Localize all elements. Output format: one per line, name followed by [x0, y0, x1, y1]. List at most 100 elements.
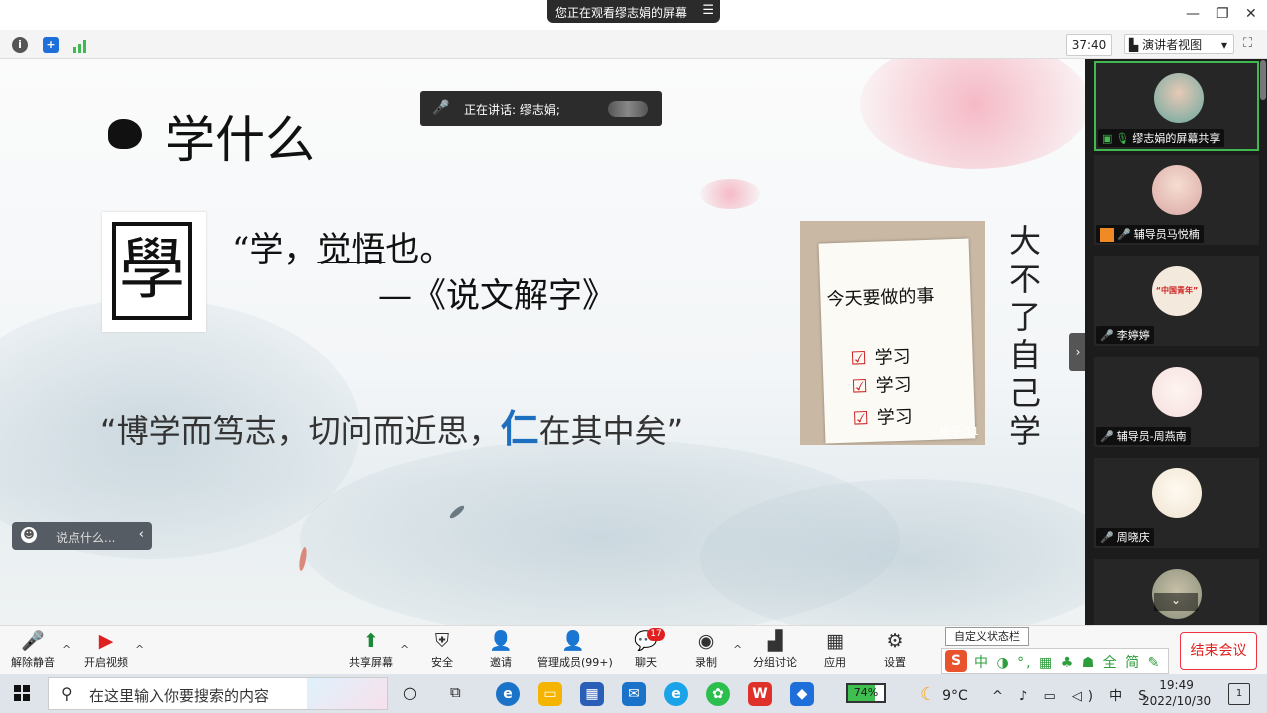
speaker-view-icon: ▙	[1129, 38, 1139, 52]
start-video-button[interactable]: ▶ 开启视频	[82, 630, 130, 670]
moon-icon: ☾	[920, 684, 937, 705]
breakout-icon: ▟	[767, 630, 783, 652]
quote-shuowen-part1: “学，	[232, 230, 318, 270]
fullscreen-icon[interactable]: ⛶	[1243, 36, 1252, 51]
ime-options[interactable]: 中 ◑ °, ▦ ♣ ☗ 全 简 ✎	[974, 652, 1161, 672]
scroll-down-icon[interactable]: ⌄	[1154, 593, 1198, 611]
participant-name: 🎤 李婷婷	[1096, 326, 1154, 344]
unmute-button[interactable]: 🎤 解除静音	[10, 630, 56, 670]
info-icon[interactable]: i	[12, 37, 28, 53]
view-mode-dropdown[interactable]: ▙ 演讲者视图 ▾	[1124, 34, 1234, 54]
quote-shuowen-part2: 也。	[385, 230, 454, 270]
meme-item: ☑ 学习	[850, 343, 911, 371]
start-video-label: 开启视频	[84, 656, 128, 669]
invite-button[interactable]: 👤 邀请	[487, 630, 515, 670]
chevron-up-icon[interactable]: ^	[62, 643, 71, 656]
meme-item-label: 学习	[874, 346, 912, 369]
restore-button[interactable]: ❐	[1216, 6, 1229, 22]
quick-chat-bar[interactable]: ☻ 说点什么... ‹	[12, 522, 152, 550]
emoji-icon[interactable]: ☻	[21, 527, 37, 543]
mic-muted-icon: 🎤	[1117, 228, 1131, 241]
weather-widget[interactable]: ☾ 9°C	[920, 684, 968, 705]
battery-indicator[interactable]: 74%	[846, 683, 886, 703]
quick-chat-input[interactable]: 说点什么...	[56, 529, 115, 546]
wps-icon[interactable]: W	[748, 682, 772, 706]
participant-tile[interactable]: 🎤 辅导员-周燕南	[1094, 357, 1259, 447]
meeting-timer: 37:40	[1066, 34, 1112, 56]
settings-button[interactable]: ⚙ 设置	[881, 630, 909, 670]
manage-members-label: 管理成员(99+)	[537, 656, 613, 669]
participant-tile[interactable]: “中国青年” 🎤 李婷婷	[1094, 256, 1259, 346]
breakout-button[interactable]: ▟ 分组讨论	[753, 630, 797, 670]
manage-members-button[interactable]: 👤 管理成员(99+)	[537, 630, 613, 670]
share-menu-icon[interactable]: ☰	[702, 3, 714, 18]
chat-label: 聊天	[635, 656, 657, 669]
quote-analects-part1: “博学而笃志，切问而近思，	[100, 412, 501, 450]
share-screen-label: 共享屏幕	[349, 656, 393, 669]
avatar	[1154, 73, 1204, 123]
view-mode-label: 演讲者视图	[1142, 38, 1203, 52]
breakout-label: 分组讨论	[753, 656, 797, 669]
tencent-meeting-icon[interactable]: ◆	[790, 682, 814, 706]
vertical-slogan: 大不了自己学	[1008, 222, 1041, 450]
meeting-info-bar: i + 37:40 ▙ 演讲者视图 ▾	[0, 30, 1267, 59]
chevron-down-icon: ▾	[1220, 38, 1227, 52]
mic-muted-icon: 🎤	[1100, 329, 1114, 342]
chevron-up-icon[interactable]: ^	[400, 643, 409, 656]
signal-icon[interactable]	[73, 38, 89, 57]
seal-character-image: 學	[102, 212, 206, 332]
security-button[interactable]: ⛨ 安全	[428, 630, 456, 670]
share-screen-icon: ⬆	[363, 630, 379, 652]
record-button[interactable]: ◉ 录制	[692, 630, 720, 670]
store-icon[interactable]: ▦	[580, 682, 604, 706]
participant-tile[interactable]: ▣ 🎙 缪志娟的屏幕共享	[1094, 61, 1259, 151]
ink-bullet-icon	[108, 119, 142, 149]
meme-paper: 今天要做的事 ☑ 学习 ☑ 学习 ☑ 学习	[818, 238, 976, 444]
windows-start-icon[interactable]	[14, 685, 30, 701]
share-banner[interactable]: 您正在观看缪志娟的屏幕 ☰	[547, 0, 720, 23]
security-label: 安全	[431, 656, 453, 669]
meme-item-label: 学习	[876, 406, 914, 429]
participant-name: 🎤 周晓庆	[1096, 528, 1154, 546]
host-badge-icon	[1100, 228, 1114, 242]
meme-watermark: 知乎 11	[939, 425, 980, 438]
participant-tile[interactable]: 🎤 周晓庆	[1094, 458, 1259, 548]
edge-icon[interactable]: e	[496, 682, 520, 706]
task-view-icon[interactable]: ⧉	[450, 683, 461, 701]
mic-muted-icon: 🎤	[432, 100, 450, 116]
file-explorer-icon[interactable]: ▭	[538, 682, 562, 706]
mic-muted-icon: 🎤	[21, 630, 45, 652]
speaking-indicator: 🎤 正在讲话: 缪志娟;	[420, 91, 662, 126]
blossom-decoration	[700, 179, 760, 209]
chat-unread-badge: 17	[647, 628, 665, 641]
record-icon: ◉	[697, 630, 715, 652]
shield-icon[interactable]: +	[43, 37, 59, 53]
apps-label: 应用	[824, 656, 846, 669]
quote-source: —《说文解字》	[378, 276, 616, 316]
system-tray[interactable]: ^ ♪ ▭ ◁) 中 S	[992, 685, 1152, 704]
wechat-icon[interactable]: ✿	[706, 682, 730, 706]
share-banner-text: 您正在观看缪志娟的屏幕	[555, 6, 688, 20]
meme-item-label: 学习	[875, 374, 913, 397]
cortana-icon[interactable]: ○	[403, 683, 417, 702]
chevron-up-icon[interactable]: ^	[733, 643, 742, 656]
close-button[interactable]: ✕	[1245, 6, 1257, 22]
apps-button[interactable]: ▦ 应用	[821, 630, 849, 670]
participant-tile[interactable]: 🎤 辅导员马悦楠	[1094, 155, 1259, 245]
mail-icon[interactable]: ✉	[622, 682, 646, 706]
end-meeting-button[interactable]: 结束会议	[1180, 632, 1257, 670]
taskbar-clock[interactable]: 19:49 2022/10/30	[1142, 677, 1211, 709]
participant-tile[interactable]: ⌄	[1094, 559, 1259, 625]
status-bar-tooltip: 自定义状态栏	[945, 627, 1029, 646]
chevron-up-icon[interactable]: ^	[135, 643, 144, 656]
minimize-button[interactable]: —	[1186, 6, 1200, 22]
share-screen-button[interactable]: ⬆ 共享屏幕	[348, 630, 394, 670]
record-label: 录制	[695, 656, 717, 669]
browser-icon[interactable]: e	[664, 682, 688, 706]
taskbar-search-input[interactable]: ⚲ 在这里输入你要搜索的内容	[48, 677, 388, 710]
chevron-left-icon[interactable]: ‹	[139, 527, 144, 542]
panel-scrollbar[interactable]	[1260, 60, 1266, 100]
notification-center-icon[interactable]: 1	[1228, 683, 1250, 705]
ime-toolbar[interactable]: S 中 ◑ °, ▦ ♣ ☗ 全 简 ✎	[941, 648, 1169, 674]
sogou-logo-icon[interactable]: S	[945, 650, 967, 672]
